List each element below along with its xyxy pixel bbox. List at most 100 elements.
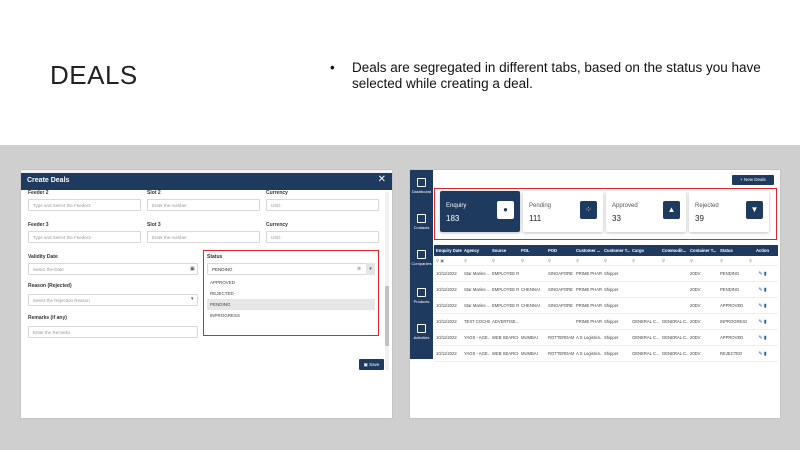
card-rejected[interactable]: Rejected 39 ▼: [689, 191, 769, 232]
table-cell: ROTTERDAM: [546, 345, 574, 362]
status-select[interactable]: PENDING: [207, 263, 375, 275]
table-cell: 10/11/2022: [434, 297, 462, 314]
col-header[interactable]: Customer T...: [602, 245, 630, 256]
status-option-rejected[interactable]: REJECTED: [207, 288, 375, 299]
delete-icon[interactable]: ▮: [764, 287, 767, 293]
col-header[interactable]: Cargo: [630, 245, 660, 256]
search-icon[interactable]: ⚲: [546, 256, 574, 266]
card-label: Approved: [612, 203, 638, 209]
table-row[interactable]: 10/11/2022 YAGS - AGE... WEB SEARCH MUMBAI R…: [434, 345, 778, 362]
table-cell: EMPLOYEE R...: [490, 297, 519, 314]
col-header[interactable]: Action: [747, 245, 778, 256]
currency1-input[interactable]: USD: [266, 199, 379, 211]
table-row[interactable]: 10/11/2022 TEST COCHIN ADVERTISE... PRIME P…: [434, 313, 778, 330]
search-icon[interactable]: ⚲: [718, 256, 747, 266]
status-option-pending[interactable]: PENDING: [207, 299, 375, 310]
card-label: Rejected: [695, 203, 719, 209]
table-cell: 20DV: [688, 297, 718, 314]
col-header[interactable]: Agency: [462, 245, 490, 256]
reason-label: Reason (Rejected): [28, 283, 72, 289]
status-option-approved[interactable]: APPROVED: [207, 277, 375, 288]
currency2-input[interactable]: USD: [266, 231, 379, 243]
feeder3-input[interactable]: Type and Select the Feeder3: [28, 231, 141, 243]
search-icon[interactable]: ⚲: [660, 256, 688, 266]
remarks-input[interactable]: Enter the Remarks: [28, 326, 198, 338]
status-option-inprogress[interactable]: INPROGRESS: [207, 310, 375, 321]
delete-icon[interactable]: ▮: [764, 303, 767, 309]
thumbs-down-icon: ▼: [746, 201, 763, 219]
slot3-input[interactable]: Enter the number: [147, 231, 260, 243]
col-header[interactable]: Enquiry Date: [434, 245, 462, 256]
search-icon[interactable]: ⚲ ▣: [434, 256, 462, 266]
sidebar-label: Activities: [413, 335, 430, 340]
close-icon[interactable]: ✕: [378, 174, 386, 185]
sidebar-item-dashboard[interactable]: Dashboard: [410, 178, 433, 194]
card-value: 39: [695, 214, 704, 223]
table-cell: GENERAL C...: [630, 329, 660, 346]
search-icon[interactable]: ⚲: [602, 256, 630, 266]
search-icon[interactable]: ⚲: [630, 256, 660, 266]
search-icon[interactable]: ⚲: [747, 256, 778, 266]
clear-icon[interactable]: ⊗: [357, 266, 361, 272]
card-enquiry[interactable]: Enquiry 183 ●: [440, 191, 520, 232]
table-cell: 20DV: [688, 313, 718, 330]
delete-icon[interactable]: ▮: [764, 335, 767, 341]
table-cell: Star Marine ...: [462, 297, 490, 314]
scrollbar-thumb[interactable]: [385, 286, 389, 346]
feeder2-input[interactable]: Type and Select the Feeder2: [28, 199, 141, 211]
table-cell: Shipper: [602, 297, 630, 314]
reason-select[interactable]: Select the Rejection Reason: [28, 294, 198, 306]
col-header[interactable]: Source: [490, 245, 519, 256]
table-cell: GENERAL C...: [630, 313, 660, 330]
col-header[interactable]: POL: [519, 245, 546, 256]
slot2-input[interactable]: Enter the number: [147, 199, 260, 211]
table-cell: MUMBAI: [519, 345, 546, 362]
delete-icon[interactable]: ▮: [764, 351, 767, 357]
sidebar-label: Contacts: [413, 225, 430, 230]
card-approved[interactable]: Approved 33 ▲: [606, 191, 686, 232]
col-header[interactable]: POD: [546, 245, 574, 256]
table-cell: ADVERTISE...: [490, 313, 519, 330]
table-row[interactable]: 10/11/2022Star Marine ...EMPLOYEE R... SI…: [434, 265, 778, 282]
bullet-text: Deals are segregated in different tabs, …: [352, 60, 761, 91]
delete-icon[interactable]: ▮: [764, 319, 767, 325]
companies-icon: [417, 250, 426, 259]
search-icon[interactable]: ⚲: [490, 256, 519, 266]
search-icon[interactable]: ⚲: [462, 256, 490, 266]
search-icon[interactable]: ⚲: [574, 256, 602, 266]
slot2-label: Slot 2: [147, 190, 161, 196]
col-header[interactable]: Commodit...: [660, 245, 688, 256]
sidebar-item-contacts[interactable]: Contacts: [410, 214, 433, 230]
table-cell: WEB SEARCH: [490, 329, 519, 346]
dropdown-arrow-icon[interactable]: ▾: [366, 263, 375, 275]
dialog-scrollbar[interactable]: [385, 192, 389, 370]
feeder2-label: Feeder 2: [28, 190, 49, 196]
sidebar-item-products[interactable]: Products: [410, 288, 433, 304]
table-cell: PRIME PHAR...: [574, 297, 602, 314]
table-row[interactable]: 10/11/2022 YAGS - AGE... WEB SEARCH MUMBAI R…: [434, 329, 778, 346]
col-header[interactable]: Customer ...: [574, 245, 602, 256]
table-row[interactable]: 10/11/2022Star Marine ...EMPLOYEE R...CH…: [434, 297, 778, 314]
card-pending[interactable]: Pending 111 ⁘: [523, 191, 603, 232]
filter-row: ⚲ ▣ ⚲ ⚲ ⚲ ⚲ ⚲ ⚲ ⚲ ⚲ ⚲ ⚲ ⚲: [434, 256, 778, 266]
sidebar-item-activities[interactable]: Activities: [410, 324, 433, 340]
search-icon[interactable]: ⚲: [688, 256, 718, 266]
table-cell: CHENNAI: [519, 297, 546, 314]
save-button[interactable]: ▣ Save: [359, 359, 384, 370]
new-deals-button[interactable]: + New Deals: [732, 175, 774, 185]
sidebar-item-companies[interactable]: Companies: [410, 250, 433, 266]
calendar-icon[interactable]: ▣: [190, 266, 195, 272]
table-cell: 20DV: [688, 345, 718, 362]
slide-header: DEALS • Deals are segregated in differen…: [0, 0, 800, 145]
table-row[interactable]: 10/11/2022Star Marine ...EMPLOYEE R...CH…: [434, 281, 778, 298]
search-icon[interactable]: ⚲: [519, 256, 546, 266]
delete-icon[interactable]: ▮: [764, 271, 767, 277]
dialog-header: Create Deals ✕: [21, 173, 392, 190]
col-header[interactable]: Container T...: [688, 245, 718, 256]
table-cell: PRIME PHAR...: [574, 313, 602, 330]
table-header-row: Enquiry Date Agency Source POL POD Custo…: [434, 245, 778, 256]
col-header[interactable]: Status: [718, 245, 747, 256]
table-cell: YAGS - AGE...: [462, 329, 490, 346]
validity-input[interactable]: Select the Date: [28, 263, 198, 275]
table-cell: 20DV: [688, 265, 718, 282]
